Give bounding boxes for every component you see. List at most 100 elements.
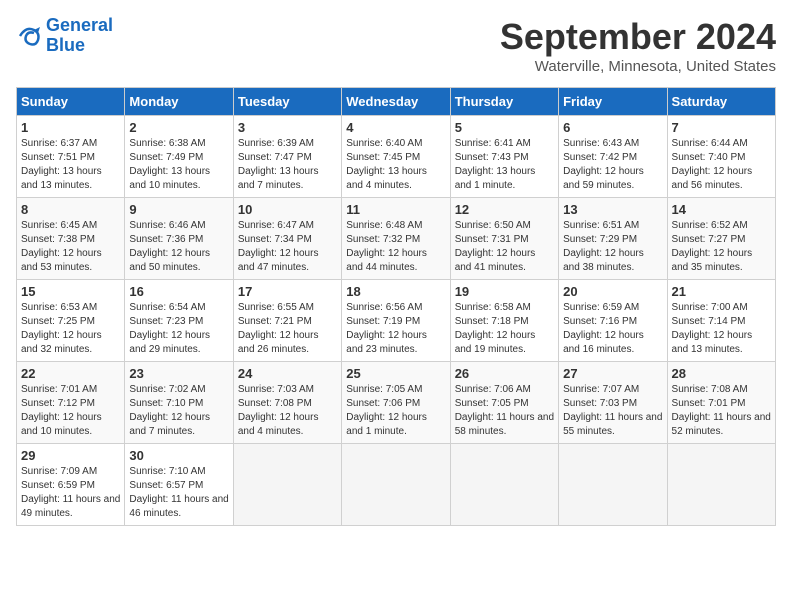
day-cell: 7Sunrise: 6:44 AM Sunset: 7:40 PM Daylig… [667, 116, 775, 198]
day-cell: 5Sunrise: 6:41 AM Sunset: 7:43 PM Daylig… [450, 116, 558, 198]
day-detail: Sunrise: 7:08 AM Sunset: 7:01 PM Dayligh… [672, 383, 771, 439]
col-wednesday: Wednesday [342, 88, 450, 116]
col-tuesday: Tuesday [233, 88, 341, 116]
day-detail: Sunrise: 6:56 AM Sunset: 7:19 PM Dayligh… [346, 301, 445, 357]
calendar-body: 1Sunrise: 6:37 AM Sunset: 7:51 PM Daylig… [17, 116, 776, 526]
day-number: 16 [129, 284, 228, 299]
day-number: 2 [129, 120, 228, 135]
logo: General Blue [16, 16, 113, 56]
day-number: 18 [346, 284, 445, 299]
day-cell: 23Sunrise: 7:02 AM Sunset: 7:10 PM Dayli… [125, 362, 233, 444]
day-detail: Sunrise: 6:58 AM Sunset: 7:18 PM Dayligh… [455, 301, 554, 357]
day-number: 12 [455, 202, 554, 217]
day-detail: Sunrise: 6:48 AM Sunset: 7:32 PM Dayligh… [346, 219, 445, 275]
day-detail: Sunrise: 7:10 AM Sunset: 6:57 PM Dayligh… [129, 465, 228, 521]
day-cell: 30 Sunrise: 7:10 AM Sunset: 6:57 PM Dayli… [125, 444, 233, 526]
day-cell: 2Sunrise: 6:38 AM Sunset: 7:49 PM Daylig… [125, 116, 233, 198]
day-detail: Sunrise: 6:47 AM Sunset: 7:34 PM Dayligh… [238, 219, 337, 275]
day-detail: Sunrise: 7:02 AM Sunset: 7:10 PM Dayligh… [129, 383, 228, 439]
day-cell: 20 Sunrise: 6:59 AM Sunset: 7:16 PM Dayli… [559, 280, 667, 362]
day-detail: Sunrise: 6:52 AM Sunset: 7:27 PM Dayligh… [672, 219, 771, 275]
day-cell: 8 Sunrise: 6:45 AM Sunset: 7:38 PM Daylig… [17, 198, 125, 280]
day-detail: Sunrise: 7:05 AM Sunset: 7:06 PM Dayligh… [346, 383, 445, 439]
logo-text: General Blue [46, 16, 113, 56]
day-detail: Sunrise: 6:39 AM Sunset: 7:47 PM Dayligh… [238, 137, 337, 193]
day-number: 1 [21, 120, 120, 135]
day-number: 20 [563, 284, 662, 299]
day-cell: 25 Sunrise: 7:05 AM Sunset: 7:06 PM Dayli… [342, 362, 450, 444]
location: Waterville, Minnesota, United States [500, 58, 776, 75]
day-number: 25 [346, 366, 445, 381]
day-detail: Sunrise: 6:54 AM Sunset: 7:23 PM Dayligh… [129, 301, 228, 357]
day-cell: 21 Sunrise: 7:00 AM Sunset: 7:14 PM Dayli… [667, 280, 775, 362]
week-row-3: 15Sunrise: 6:53 AM Sunset: 7:25 PM Dayli… [17, 280, 776, 362]
day-detail: Sunrise: 6:44 AM Sunset: 7:40 PM Dayligh… [672, 137, 771, 193]
day-detail: Sunrise: 6:40 AM Sunset: 7:45 PM Dayligh… [346, 137, 445, 193]
day-number: 8 [21, 202, 120, 217]
day-number: 17 [238, 284, 337, 299]
week-row-2: 8 Sunrise: 6:45 AM Sunset: 7:38 PM Daylig… [17, 198, 776, 280]
day-detail: Sunrise: 6:53 AM Sunset: 7:25 PM Dayligh… [21, 301, 120, 357]
day-cell: 3 Sunrise: 6:39 AM Sunset: 7:47 PM Daylig… [233, 116, 341, 198]
col-friday: Friday [559, 88, 667, 116]
day-detail: Sunrise: 7:07 AM Sunset: 7:03 PM Dayligh… [563, 383, 662, 439]
day-number: 24 [238, 366, 337, 381]
day-number: 22 [21, 366, 120, 381]
day-number: 4 [346, 120, 445, 135]
day-cell: 13 Sunrise: 6:51 AM Sunset: 7:29 PM Dayli… [559, 198, 667, 280]
week-row-1: 1Sunrise: 6:37 AM Sunset: 7:51 PM Daylig… [17, 116, 776, 198]
day-number: 6 [563, 120, 662, 135]
day-detail: Sunrise: 7:09 AM Sunset: 6:59 PM Dayligh… [21, 465, 120, 521]
day-cell: 4 Sunrise: 6:40 AM Sunset: 7:45 PM Daylig… [342, 116, 450, 198]
day-cell: 22 Sunrise: 7:01 AM Sunset: 7:12 PM Dayli… [17, 362, 125, 444]
day-number: 26 [455, 366, 554, 381]
day-number: 14 [672, 202, 771, 217]
header-row: Sunday Monday Tuesday Wednesday Thursday… [17, 88, 776, 116]
day-number: 10 [238, 202, 337, 217]
day-cell: 1Sunrise: 6:37 AM Sunset: 7:51 PM Daylig… [17, 116, 125, 198]
day-cell: 18 Sunrise: 6:56 AM Sunset: 7:19 PM Dayli… [342, 280, 450, 362]
day-cell: 28 Sunrise: 7:08 AM Sunset: 7:01 PM Dayli… [667, 362, 775, 444]
logo-general: General [46, 15, 113, 35]
day-detail: Sunrise: 7:06 AM Sunset: 7:05 PM Dayligh… [455, 383, 554, 439]
day-cell [450, 444, 558, 526]
day-cell [233, 444, 341, 526]
day-detail: Sunrise: 6:45 AM Sunset: 7:38 PM Dayligh… [21, 219, 120, 275]
day-detail: Sunrise: 7:03 AM Sunset: 7:08 PM Dayligh… [238, 383, 337, 439]
col-saturday: Saturday [667, 88, 775, 116]
day-detail: Sunrise: 7:00 AM Sunset: 7:14 PM Dayligh… [672, 301, 771, 357]
day-number: 29 [21, 448, 120, 463]
day-detail: Sunrise: 6:46 AM Sunset: 7:36 PM Dayligh… [129, 219, 228, 275]
logo-icon [16, 24, 44, 48]
page-header: General Blue September 2024 Waterville, … [16, 16, 776, 75]
week-row-5: 29 Sunrise: 7:09 AM Sunset: 6:59 PM Dayli… [17, 444, 776, 526]
day-number: 9 [129, 202, 228, 217]
day-detail: Sunrise: 7:01 AM Sunset: 7:12 PM Dayligh… [21, 383, 120, 439]
calendar-table: Sunday Monday Tuesday Wednesday Thursday… [16, 87, 776, 526]
day-cell: 12Sunrise: 6:50 AM Sunset: 7:31 PM Dayli… [450, 198, 558, 280]
day-cell: 16 Sunrise: 6:54 AM Sunset: 7:23 PM Dayli… [125, 280, 233, 362]
day-number: 30 [129, 448, 228, 463]
day-number: 5 [455, 120, 554, 135]
day-detail: Sunrise: 6:59 AM Sunset: 7:16 PM Dayligh… [563, 301, 662, 357]
title-area: September 2024 Waterville, Minnesota, Un… [500, 16, 776, 75]
day-cell: 10 Sunrise: 6:47 AM Sunset: 7:34 PM Dayli… [233, 198, 341, 280]
day-detail: Sunrise: 6:51 AM Sunset: 7:29 PM Dayligh… [563, 219, 662, 275]
day-detail: Sunrise: 6:43 AM Sunset: 7:42 PM Dayligh… [563, 137, 662, 193]
day-cell: 26 Sunrise: 7:06 AM Sunset: 7:05 PM Dayli… [450, 362, 558, 444]
day-cell: 15Sunrise: 6:53 AM Sunset: 7:25 PM Dayli… [17, 280, 125, 362]
logo-blue: Blue [46, 35, 85, 55]
day-number: 3 [238, 120, 337, 135]
day-number: 13 [563, 202, 662, 217]
day-number: 28 [672, 366, 771, 381]
day-number: 21 [672, 284, 771, 299]
day-cell: 14 Sunrise: 6:52 AM Sunset: 7:27 PM Dayli… [667, 198, 775, 280]
day-cell: 9 Sunrise: 6:46 AM Sunset: 7:36 PM Daylig… [125, 198, 233, 280]
week-row-4: 22 Sunrise: 7:01 AM Sunset: 7:12 PM Dayli… [17, 362, 776, 444]
calendar-header: Sunday Monday Tuesday Wednesday Thursday… [17, 88, 776, 116]
day-cell: 17Sunrise: 6:55 AM Sunset: 7:21 PM Dayli… [233, 280, 341, 362]
day-cell: 6 Sunrise: 6:43 AM Sunset: 7:42 PM Daylig… [559, 116, 667, 198]
day-number: 19 [455, 284, 554, 299]
day-cell [342, 444, 450, 526]
day-cell [667, 444, 775, 526]
